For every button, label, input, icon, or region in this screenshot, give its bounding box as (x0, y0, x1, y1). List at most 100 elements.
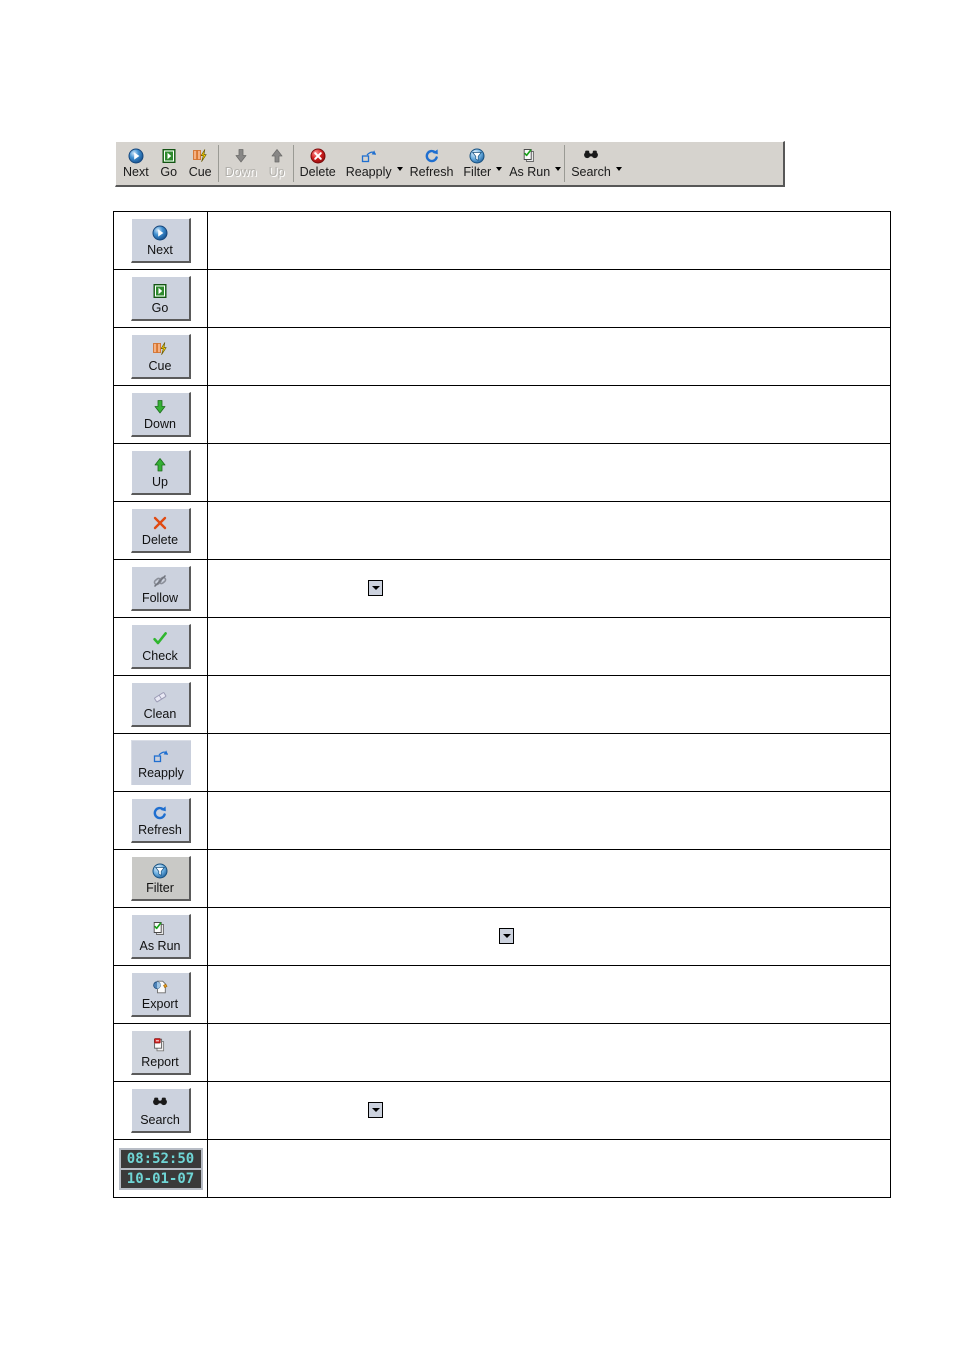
button-preview-cell: Filter (113, 849, 208, 908)
toolbar-button-filter[interactable]: Filter (458, 143, 496, 184)
button-next[interactable]: Next (130, 218, 191, 263)
up-arrow-icon (154, 458, 166, 472)
up-icon (148, 455, 172, 475)
description-cell (207, 617, 891, 676)
toolbar-button-as-run[interactable]: As Run (504, 143, 555, 184)
toolbar-button-label: Refresh (409, 165, 454, 179)
search-icon (581, 147, 601, 165)
table-row: Reapply (113, 733, 891, 792)
as-run-icon (153, 922, 164, 935)
table-row: Cue (113, 327, 891, 386)
table-row: Follow (113, 559, 891, 618)
delete-icon (310, 148, 326, 164)
toolbar-dropdown-caret-search-icon[interactable] (615, 143, 624, 184)
button-preview-cell: Down (113, 385, 208, 444)
toolbar-dropdown-caret-reapply-icon[interactable] (396, 143, 405, 184)
go-icon (153, 284, 167, 298)
dropdown-arrow-button[interactable] (499, 928, 514, 944)
toolbar-dropdown-caret-as-run-icon[interactable] (555, 143, 563, 184)
table-row: Refresh (113, 791, 891, 850)
button-delete[interactable]: Delete (130, 508, 191, 553)
table-row: Delete (113, 501, 891, 560)
toolbar-button-reapply[interactable]: Reapply (341, 143, 397, 184)
down-icon (148, 397, 172, 417)
button-filter[interactable]: Filter (130, 856, 191, 901)
button-preview-cell: Delete (113, 501, 208, 560)
clean-eraser-icon (154, 692, 167, 703)
toolbar-button-search[interactable]: Search (566, 143, 616, 184)
button-report[interactable]: Report (130, 1030, 191, 1075)
toolbar-button-label: Filter (463, 165, 492, 179)
button-search[interactable]: Search (130, 1088, 191, 1133)
dropdown-arrow-button[interactable] (368, 580, 383, 596)
button-export[interactable]: Export (130, 972, 191, 1017)
description-cell (207, 443, 891, 502)
description-cell (207, 791, 891, 850)
toolbar-button-down: Down (220, 143, 262, 184)
search-icon (148, 1093, 172, 1113)
refresh-icon (148, 803, 172, 823)
cue-icon (153, 342, 167, 355)
button-preview-cell: Reapply (113, 733, 208, 792)
reapply-icon (359, 147, 379, 165)
button-refresh[interactable]: Refresh (130, 798, 191, 843)
button-label: Check (142, 649, 178, 663)
button-as-run[interactable]: As Run (130, 914, 191, 959)
button-follow[interactable]: Follow (130, 566, 191, 611)
go-icon (162, 149, 176, 163)
toolbar-button-label: Next (123, 165, 149, 179)
description-cell (207, 675, 891, 734)
button-preview-cell: Next (113, 211, 208, 270)
toolbar-button-refresh[interactable]: Refresh (405, 143, 459, 184)
cue-icon (190, 147, 210, 165)
description-cell (207, 1081, 891, 1140)
go-icon (159, 147, 179, 165)
table-row: Clean (113, 675, 891, 734)
button-label: Export (141, 997, 179, 1011)
description-cell (207, 559, 891, 618)
button-clean[interactable]: Clean (130, 682, 191, 727)
up-arrow-icon (271, 149, 283, 163)
description-cell (207, 1139, 891, 1198)
button-preview-cell: Search (113, 1081, 208, 1140)
button-reapply[interactable]: Reapply (130, 740, 191, 785)
clean-icon (148, 687, 172, 707)
toolbar-separator (564, 145, 566, 182)
toolbar-dropdown-caret-filter-icon[interactable] (496, 143, 504, 184)
refresh-icon (425, 149, 438, 163)
table-row: Filter (113, 849, 891, 908)
description-cell (207, 269, 891, 328)
toolbar-button-label: Cue (188, 165, 212, 179)
table-row: Down (113, 385, 891, 444)
description-cell (207, 1023, 891, 1082)
button-check[interactable]: Check (130, 624, 191, 669)
toolbar-button-delete[interactable]: Delete (295, 143, 341, 184)
description-cell (207, 907, 891, 966)
down-arrow-icon (154, 400, 166, 414)
toolbar-reference-table: Next Go Cue Down Up Delete Follow Check … (113, 211, 891, 1198)
filter-icon (467, 147, 487, 165)
search-icon (584, 150, 598, 159)
button-cue[interactable]: Cue (130, 334, 191, 379)
button-label: Next (147, 243, 173, 257)
next-icon (148, 223, 172, 243)
dropdown-arrow-button[interactable] (368, 1102, 383, 1118)
chevron-down-icon (502, 934, 511, 938)
toolbar-button-go[interactable]: Go (154, 143, 184, 184)
button-up[interactable]: Up (130, 450, 191, 495)
toolbar-separator (292, 145, 294, 182)
button-label: Reapply (138, 766, 184, 780)
table-row: As Run (113, 907, 891, 966)
table-row: Report (113, 1023, 891, 1082)
button-label: Cue (148, 359, 172, 373)
toolbar-button-cue[interactable]: Cue (184, 143, 217, 184)
button-label: Search (140, 1113, 180, 1127)
go-icon (148, 281, 172, 301)
table-row-clock: 08:52:50 10-01-07 (113, 1139, 891, 1198)
toolbar-button-next[interactable]: Next (118, 143, 154, 184)
clock-widget[interactable]: 08:52:50 10-01-07 (118, 1147, 203, 1190)
table-row: Export (113, 965, 891, 1024)
button-go[interactable]: Go (130, 276, 191, 321)
button-label: Report (141, 1055, 179, 1069)
button-down[interactable]: Down (130, 392, 191, 437)
